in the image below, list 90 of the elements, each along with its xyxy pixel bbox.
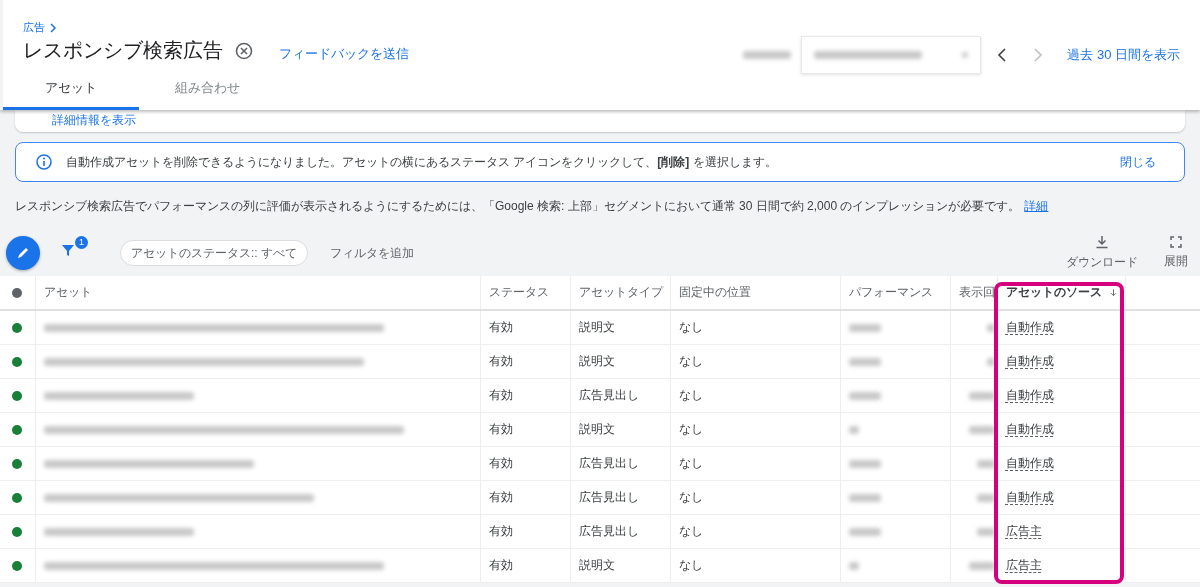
table-cell: 自動作成: [1005, 320, 1054, 334]
filter-icon: [60, 242, 76, 258]
expand-button[interactable]: 展開: [1158, 235, 1194, 271]
banner-message: 自動作成アセットを削除できるようになりました。アセットの横にあるステータス アイコンをクリックして、[削除] を選択します。: [66, 153, 778, 171]
column-header[interactable]: 固定中の位置: [678, 284, 751, 301]
table-cell: なし: [670, 480, 840, 515]
table-cell: なし: [670, 514, 840, 549]
table-cell: なし: [670, 378, 840, 413]
note-text: レスポンシブ検索広告でパフォーマンスの列に評価が表示されるようにするためには、「Google 検索: 上部」セグメントにおいて通常 30 日間で約 2,000 のインプレッションが必要です。: [15, 199, 1021, 213]
page-title: レスポンシブ検索広告: [23, 38, 223, 63]
table-cell: 自動作成: [1005, 490, 1054, 504]
status-dot[interactable]: [12, 322, 23, 333]
blurred-text: [986, 357, 995, 366]
table-cell: 有効: [480, 344, 570, 379]
close-icon[interactable]: [235, 41, 253, 60]
blurred-text: [848, 357, 881, 366]
table-cell: 説明文: [570, 310, 670, 345]
column-header[interactable]: アセットタイプ: [578, 284, 663, 301]
status-dot[interactable]: [12, 356, 23, 367]
info-icon: [36, 154, 52, 170]
expand-icon: [1170, 236, 1182, 248]
tab[interactable]: 組み合わせ: [139, 68, 275, 110]
blurred-text: [848, 459, 881, 468]
column-header[interactable]: パフォーマンス: [848, 284, 933, 301]
table-cell: 説明文: [570, 548, 670, 583]
table-cell: なし: [670, 310, 840, 345]
table-cell: 広告見出し: [570, 514, 670, 549]
download-button[interactable]: ダウンロード: [1060, 234, 1144, 272]
details-link[interactable]: 詳細情報を表示: [52, 113, 136, 127]
blurred-text: [976, 527, 995, 536]
blurred-text: [848, 323, 881, 332]
table-cell: 有効: [480, 412, 570, 447]
status-dot[interactable]: [12, 424, 23, 435]
blurred-text: [976, 459, 995, 468]
table-cell: 自動作成: [1005, 388, 1054, 402]
blurred-text: [848, 493, 881, 502]
table-cell: 説明文: [570, 412, 670, 447]
show-30-days-link[interactable]: 過去 30 日間を表示: [1067, 46, 1180, 64]
feedback-link[interactable]: フィードバックを送信: [279, 45, 409, 63]
blurred-text: [968, 391, 995, 400]
edit-button[interactable]: [6, 236, 40, 270]
table-cell: 自動作成: [1005, 422, 1054, 436]
blurred-text: [968, 425, 995, 434]
table-cell: 広告見出し: [570, 378, 670, 413]
table-cell: なし: [670, 344, 840, 379]
sort-down-icon[interactable]: [1109, 287, 1117, 298]
blurred-text: [848, 391, 881, 400]
column-header[interactable]: アセット: [43, 284, 92, 301]
status-filter-chip[interactable]: アセットのステータス:: すべて: [120, 240, 308, 266]
chevron-right-icon: [49, 22, 57, 33]
blurred-text: [848, 561, 859, 570]
download-icon: [1095, 235, 1109, 249]
status-dot-icon: [12, 287, 23, 298]
blurred-text: [976, 493, 995, 502]
table-cell: 広告見出し: [570, 480, 670, 515]
table-cell: 有効: [480, 514, 570, 549]
column-header[interactable]: 表示回: [958, 284, 995, 301]
table-cell: 有効: [480, 480, 570, 515]
blurred-text: [743, 51, 792, 59]
add-filter-link[interactable]: フィルタを追加: [330, 244, 414, 262]
table-cell: なし: [670, 446, 840, 481]
pencil-icon: [15, 245, 31, 261]
close-link[interactable]: 閉じる: [1120, 153, 1156, 171]
table-cell: 広告主: [1005, 558, 1042, 572]
blurred-text: [848, 425, 859, 434]
table-cell: 自動作成: [1005, 354, 1054, 368]
table-cell: 広告見出し: [570, 446, 670, 481]
table-cell: 有効: [480, 310, 570, 345]
column-header[interactable]: ステータス: [488, 284, 549, 301]
table-cell: 有効: [480, 548, 570, 583]
table-cell: なし: [670, 548, 840, 583]
table-cell: 広告主: [1005, 524, 1042, 538]
learn-more-link[interactable]: 詳細: [1024, 199, 1049, 213]
table-cell: 有効: [480, 446, 570, 481]
filter-count-badge: 1: [75, 235, 88, 249]
blurred-text: [848, 527, 881, 536]
date-range-field[interactable]: [801, 36, 982, 74]
status-dot[interactable]: [12, 458, 23, 469]
column-header[interactable]: アセットのソース: [1005, 284, 1102, 301]
breadcrumb-link[interactable]: 広告: [23, 20, 45, 35]
blurred-text: [986, 323, 995, 332]
table-cell: 自動作成: [1005, 456, 1054, 470]
status-dot[interactable]: [12, 526, 23, 537]
table-cell: なし: [670, 412, 840, 447]
table-cell: 有効: [480, 378, 570, 413]
status-dot[interactable]: [12, 390, 23, 401]
table-cell: 説明文: [570, 344, 670, 379]
blurred-text: [968, 561, 995, 570]
status-dot[interactable]: [12, 492, 23, 503]
status-dot[interactable]: [12, 560, 23, 571]
